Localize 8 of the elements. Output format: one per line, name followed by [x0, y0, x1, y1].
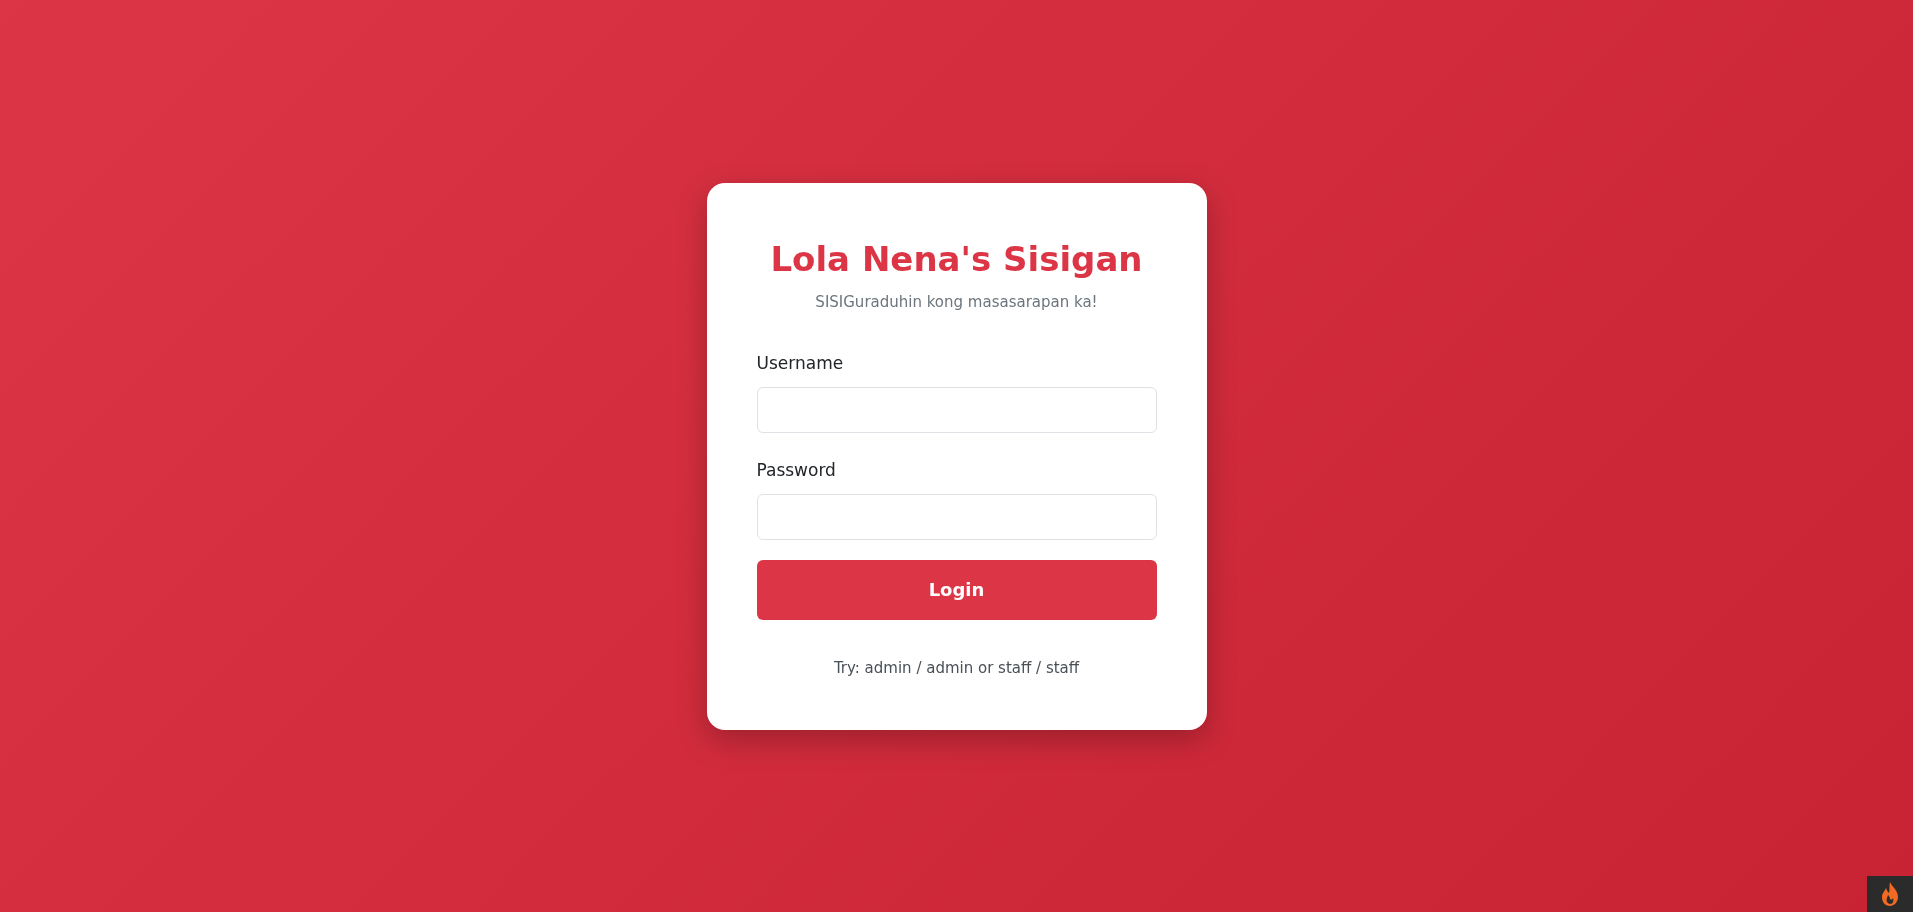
hint-text: Try: admin / admin or staff / staff	[833, 658, 1080, 677]
app-title: Lola Nena's Sisigan	[770, 238, 1143, 279]
field-label: Password	[756, 459, 836, 480]
tagline: SISIGuraduhin kong masasarapan ka!	[815, 292, 1098, 311]
input-field[interactable]	[756, 493, 1157, 540]
field-label: Username	[756, 352, 844, 373]
input-field[interactable]	[756, 386, 1157, 433]
login-button[interactable]: Login	[756, 559, 1157, 620]
